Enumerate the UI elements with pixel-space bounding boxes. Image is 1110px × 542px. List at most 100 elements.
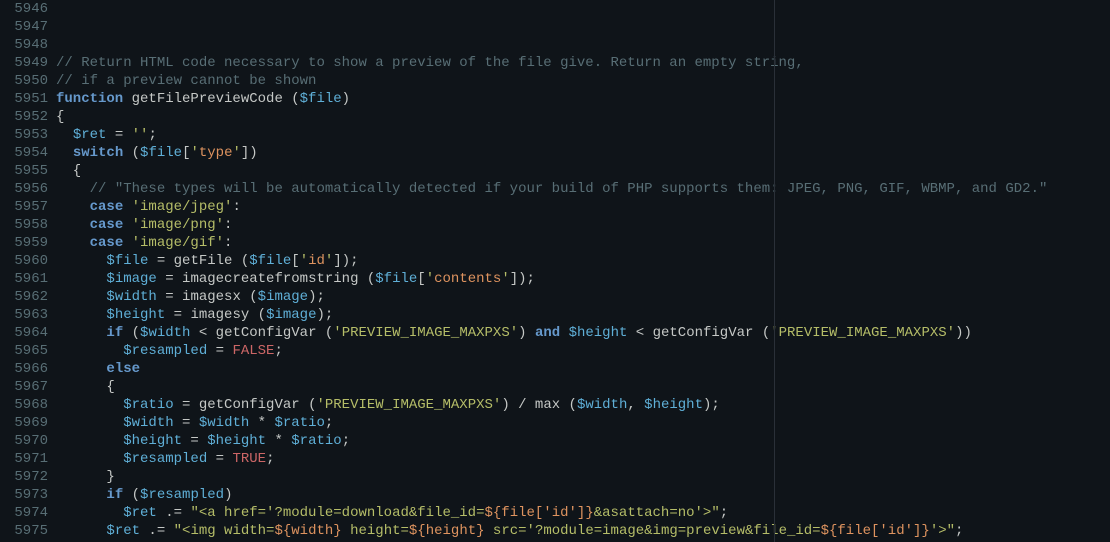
code-line[interactable]: }: [56, 468, 1110, 486]
line-number: 5951: [0, 90, 48, 108]
token: 'PREVIEW_IMAGE_MAXPXS': [333, 325, 518, 341]
line-number: 5975: [0, 522, 48, 540]
token: if: [106, 325, 123, 341]
token: $height: [644, 397, 703, 413]
token: type: [199, 145, 233, 161]
token: [56, 523, 106, 539]
token: [123, 217, 131, 233]
code-line[interactable]: case 'image/jpeg':: [56, 198, 1110, 216]
token: =: [207, 451, 232, 467]
code-line[interactable]: $height = imagesy ($image);: [56, 306, 1110, 324]
code-area[interactable]: // Return HTML code necessary to show a …: [54, 0, 1110, 542]
code-line[interactable]: $ret .= "<img width=${width} height=${he…: [56, 522, 1110, 540]
code-line[interactable]: else: [56, 360, 1110, 378]
line-number: 5963: [0, 306, 48, 324]
token: ${width}: [274, 523, 341, 539]
token: ${height}: [409, 523, 485, 539]
code-line[interactable]: {: [56, 108, 1110, 126]
token: function: [56, 91, 123, 107]
line-number: 5969: [0, 414, 48, 432]
token: FALSE: [232, 343, 274, 359]
code-line[interactable]: $width = $width * $ratio;: [56, 414, 1110, 432]
line-number: 5958: [0, 216, 48, 234]
token: ;: [342, 433, 350, 449]
token: "<img width=: [174, 523, 275, 539]
token: $width: [199, 415, 249, 431]
token: $file: [375, 271, 417, 287]
token: ': [232, 145, 240, 161]
code-line[interactable]: $width = imagesx ($image);: [56, 288, 1110, 306]
code-line[interactable]: // Return HTML code necessary to show a …: [56, 54, 1110, 72]
token: ]);: [333, 253, 358, 269]
token: =: [106, 127, 131, 143]
token: "<a href='?module=download&file_id=: [190, 505, 484, 521]
code-line[interactable]: {: [56, 162, 1110, 180]
code-line[interactable]: $height = $height * $ratio;: [56, 432, 1110, 450]
token: [56, 343, 123, 359]
token: if: [106, 487, 123, 503]
column-ruler: [774, 0, 775, 542]
code-line[interactable]: $ratio = getConfigVar ('PREVIEW_IMAGE_MA…: [56, 396, 1110, 414]
token: ': [426, 271, 434, 287]
code-line[interactable]: $ret = '';: [56, 126, 1110, 144]
line-number: 5964: [0, 324, 48, 342]
code-line[interactable]: case 'image/gif':: [56, 234, 1110, 252]
token: ;: [325, 415, 333, 431]
token: .=: [140, 523, 174, 539]
token: *: [249, 415, 274, 431]
line-number: 5965: [0, 342, 48, 360]
token: '': [132, 127, 149, 143]
line-number: 5952: [0, 108, 48, 126]
token: $ratio: [275, 415, 325, 431]
token: contents: [434, 271, 501, 287]
token: ): [518, 325, 535, 341]
line-number: 5957: [0, 198, 48, 216]
token: switch: [73, 145, 123, 161]
token: = getFile (: [148, 253, 249, 269]
code-line[interactable]: // if a preview cannot be shown: [56, 72, 1110, 90]
line-number: 5954: [0, 144, 48, 162]
line-number: 5962: [0, 288, 48, 306]
code-line[interactable]: // "These types will be automatically de…: [56, 180, 1110, 198]
token: [56, 271, 106, 287]
token: getFilePreviewCode: [123, 91, 291, 107]
token: 'PREVIEW_IMAGE_MAXPXS': [316, 397, 501, 413]
token: $file: [249, 253, 291, 269]
token: [56, 361, 106, 377]
token: ): [224, 487, 232, 503]
token: $ratio: [291, 433, 341, 449]
code-line[interactable]: {: [56, 378, 1110, 396]
code-line[interactable]: $resampled = FALSE;: [56, 342, 1110, 360]
token: $resampled: [123, 451, 207, 467]
line-number: 5953: [0, 126, 48, 144]
token: [56, 145, 73, 161]
token: and: [535, 325, 560, 341]
code-line[interactable]: $file = getFile ($file['id']);: [56, 252, 1110, 270]
code-line[interactable]: $resampled = TRUE;: [56, 450, 1110, 468]
line-number: 5950: [0, 72, 48, 90]
token: ]);: [510, 271, 535, 287]
line-number: 5946: [0, 0, 48, 18]
line-number: 5968: [0, 396, 48, 414]
line-number: 5947: [0, 18, 48, 36]
code-line[interactable]: function getFilePreviewCode ($file): [56, 90, 1110, 108]
token: height=: [342, 523, 409, 539]
token: (: [291, 91, 299, 107]
code-line[interactable]: switch ($file['type']): [56, 144, 1110, 162]
token: ': [501, 271, 509, 287]
token: $ret: [73, 127, 107, 143]
code-line[interactable]: $image = imagecreatefromstring ($file['c…: [56, 270, 1110, 288]
token: $width: [106, 289, 156, 305]
token: [56, 307, 106, 323]
code-line[interactable]: if ($resampled): [56, 486, 1110, 504]
code-line[interactable]: $ret .= "<a href='?module=download&file_…: [56, 504, 1110, 522]
code-line[interactable]: case 'image/png':: [56, 216, 1110, 234]
line-number: 5972: [0, 468, 48, 486]
code-line[interactable]: if ($width < getConfigVar ('PREVIEW_IMAG…: [56, 324, 1110, 342]
token: $ret: [106, 523, 140, 539]
token: [56, 505, 123, 521]
token: ;: [955, 523, 963, 539]
token: $width: [123, 415, 173, 431]
token: ;: [720, 505, 728, 521]
code-editor[interactable]: 5946594759485949595059515952595359545955…: [0, 0, 1110, 542]
